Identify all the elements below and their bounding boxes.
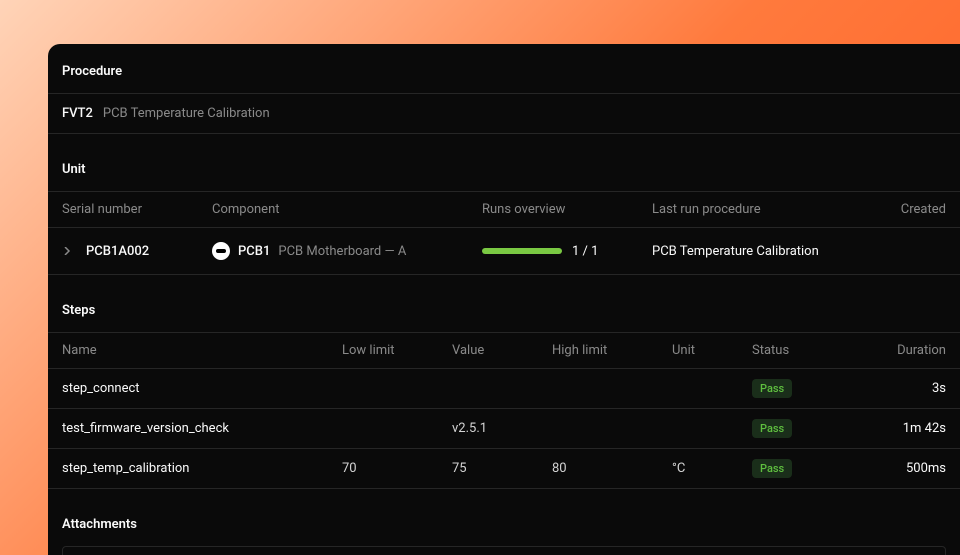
- step-duration: 3s: [862, 381, 946, 396]
- procedure-code: FVT2: [62, 106, 93, 121]
- col-status: Status: [752, 343, 862, 358]
- col-duration: Duration: [862, 343, 946, 358]
- step-name: test_firmware_version_check: [62, 421, 342, 436]
- step-unit: °C: [672, 461, 752, 476]
- procedure-section-label: Procedure: [48, 64, 960, 79]
- step-status: Pass: [752, 379, 862, 398]
- status-badge: Pass: [752, 379, 792, 398]
- col-name: Name: [62, 343, 342, 358]
- attachments-box[interactable]: [62, 546, 946, 555]
- col-value: Value: [452, 343, 552, 358]
- step-status: Pass: [752, 419, 862, 438]
- unit-table: Serial number Component Runs overview La…: [48, 191, 960, 275]
- main-panel: Procedure FVT2 PCB Temperature Calibrati…: [48, 44, 960, 555]
- col-serial: Serial number: [62, 202, 212, 217]
- component-code: PCB1: [238, 244, 270, 259]
- step-value: 75: [452, 461, 552, 476]
- steps-table: Name Low limit Value High limit Unit Sta…: [48, 332, 960, 489]
- serial-number: PCB1A002: [86, 244, 149, 259]
- col-high-limit: High limit: [552, 343, 672, 358]
- step-name: step_temp_calibration: [62, 461, 342, 476]
- step-name: step_connect: [62, 381, 342, 396]
- steps-row[interactable]: step_connect Pass 3s: [48, 369, 960, 409]
- steps-row[interactable]: test_firmware_version_check v2.5.1 Pass 1m …: [48, 409, 960, 449]
- attachments-section-label: Attachments: [48, 517, 960, 532]
- status-badge: Pass: [752, 459, 792, 478]
- steps-row[interactable]: step_temp_calibration707580°CPass 500ms: [48, 449, 960, 489]
- chevron-right-icon[interactable]: [62, 246, 72, 256]
- step-duration: 1m 42s: [862, 421, 946, 436]
- unit-section-label: Unit: [48, 162, 960, 177]
- unit-row[interactable]: PCB1A002 PCB1 PCB Motherboard — A 1 / 1 …: [48, 228, 960, 275]
- component-name: PCB Motherboard — A: [278, 244, 406, 259]
- step-high-limit: 80: [552, 461, 672, 476]
- steps-table-header: Name Low limit Value High limit Unit Sta…: [48, 332, 960, 369]
- col-last-run: Last run procedure: [652, 202, 852, 217]
- step-duration: 500ms: [862, 461, 946, 476]
- col-component: Component: [212, 202, 482, 217]
- col-runs: Runs overview: [482, 202, 652, 217]
- col-created: Created: [852, 202, 946, 217]
- runs-text: 1 / 1: [572, 244, 598, 259]
- col-unit: Unit: [672, 343, 752, 358]
- step-low-limit: 70: [342, 461, 452, 476]
- runs-progress-bar: [482, 248, 562, 254]
- step-value: v2.5.1: [452, 421, 552, 436]
- step-status: Pass: [752, 459, 862, 478]
- procedure-row[interactable]: FVT2 PCB Temperature Calibration: [48, 93, 960, 134]
- procedure-name: PCB Temperature Calibration: [103, 106, 270, 121]
- col-low-limit: Low limit: [342, 343, 452, 358]
- last-run-procedure: PCB Temperature Calibration: [652, 244, 852, 259]
- runs-cell: 1 / 1: [482, 244, 652, 259]
- serial-cell: PCB1A002: [62, 244, 212, 259]
- component-icon: [212, 242, 230, 260]
- component-cell: PCB1 PCB Motherboard — A: [212, 242, 482, 260]
- steps-section-label: Steps: [48, 303, 960, 318]
- status-badge: Pass: [752, 419, 792, 438]
- unit-table-header: Serial number Component Runs overview La…: [48, 191, 960, 228]
